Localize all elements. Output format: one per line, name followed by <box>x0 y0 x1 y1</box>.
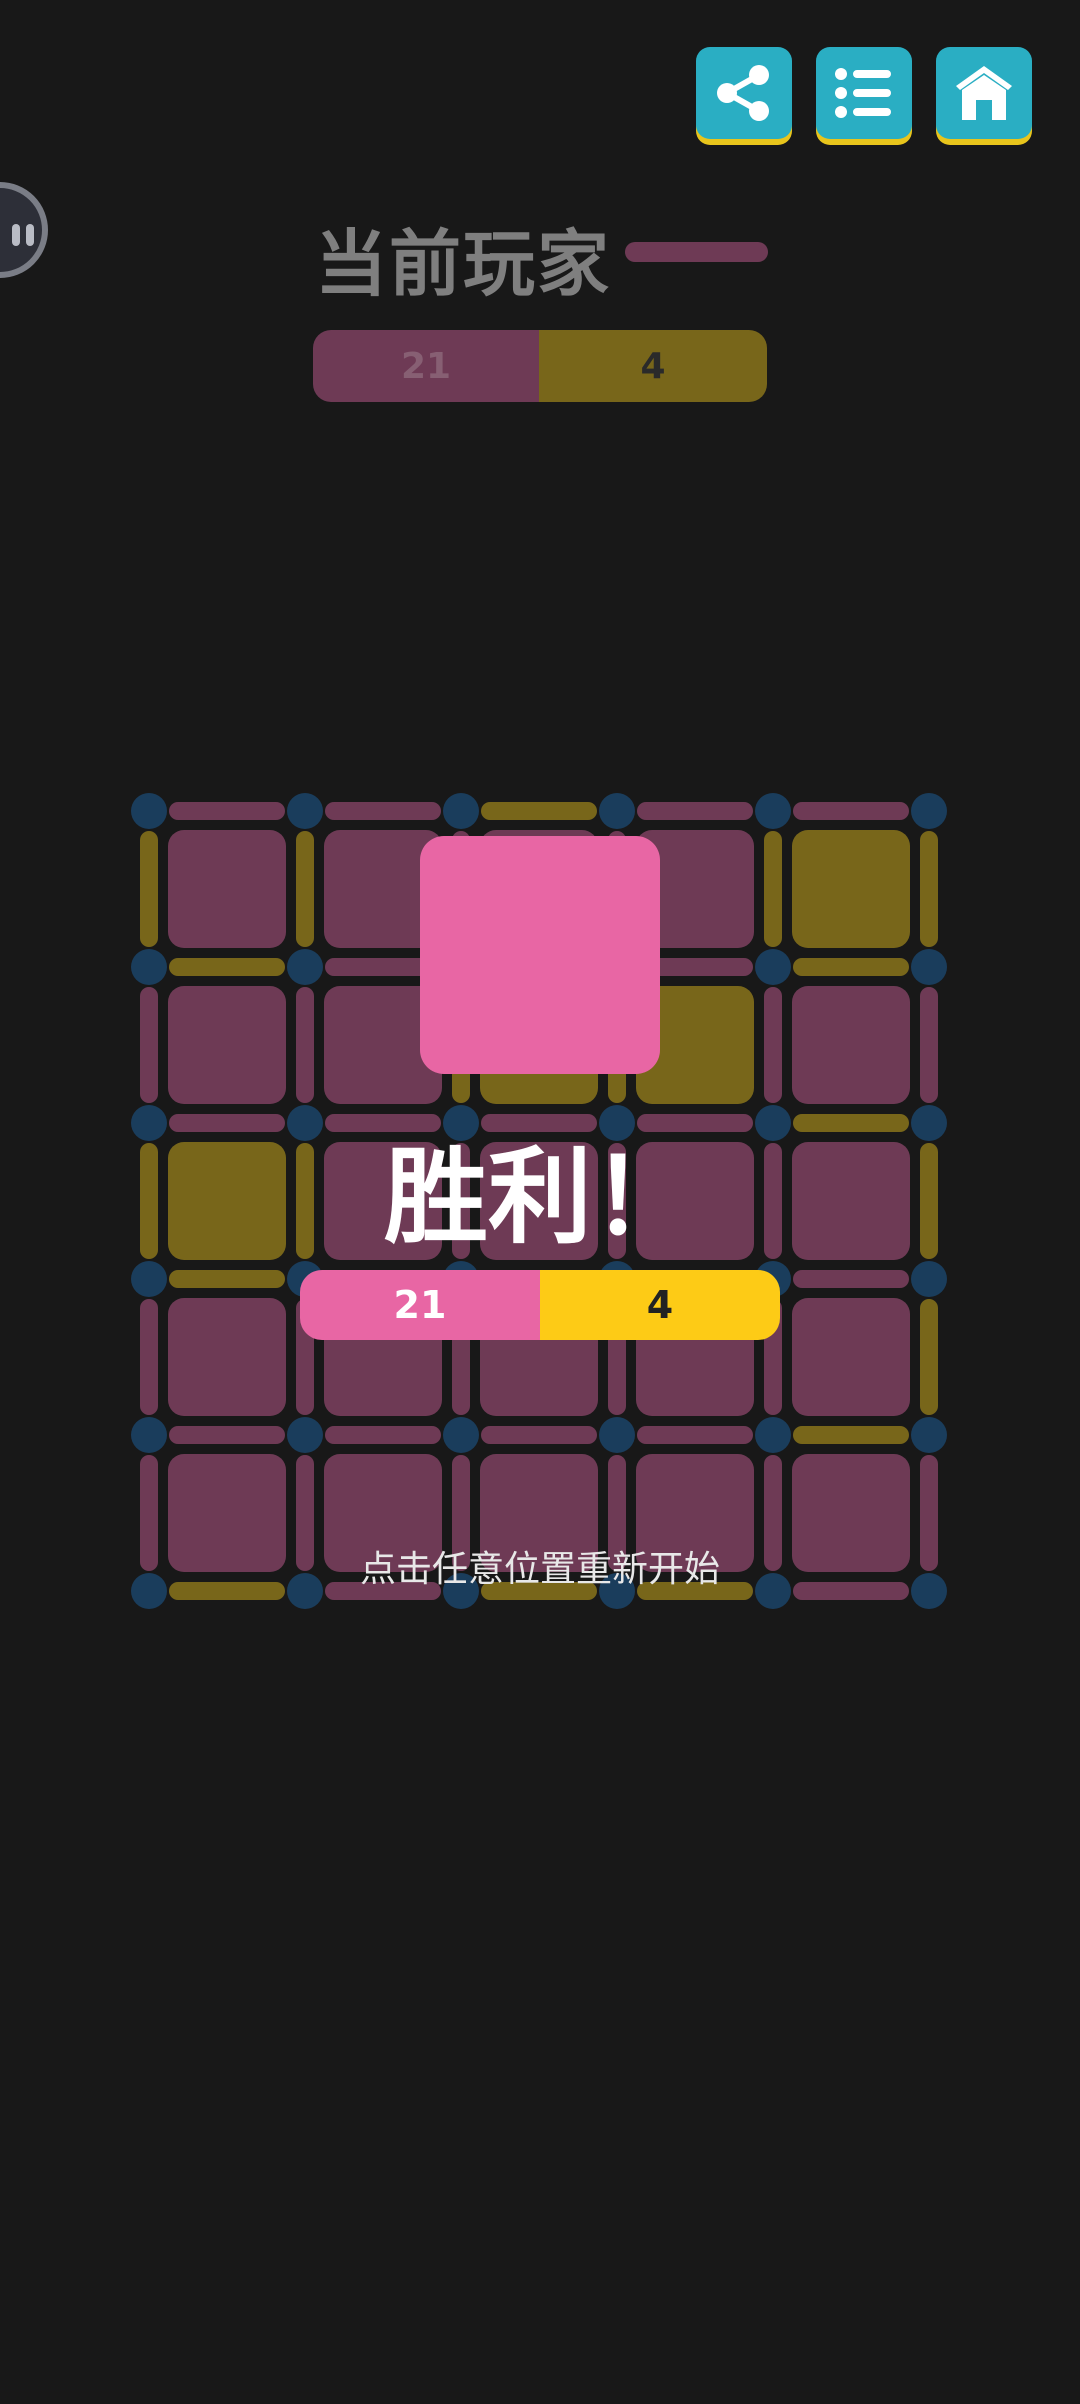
board-line-horizontal[interactable] <box>637 802 753 820</box>
board-cell[interactable] <box>792 830 910 948</box>
board-line-horizontal[interactable] <box>793 802 909 820</box>
board-dot <box>287 793 323 829</box>
board-dot <box>911 1417 947 1453</box>
board-line-vertical[interactable] <box>140 831 158 947</box>
board-line-horizontal[interactable] <box>793 958 909 976</box>
board-dot <box>131 793 167 829</box>
board-dot <box>131 1261 167 1297</box>
board-dot <box>755 1417 791 1453</box>
board-line-horizontal[interactable] <box>169 802 285 820</box>
board-line-horizontal[interactable] <box>481 1426 597 1444</box>
board-line-horizontal[interactable] <box>169 1426 285 1444</box>
board-line-horizontal[interactable] <box>169 1270 285 1288</box>
board-dot <box>287 949 323 985</box>
board-line-vertical[interactable] <box>140 1299 158 1415</box>
board-cell[interactable] <box>792 1298 910 1416</box>
board-cell[interactable] <box>792 986 910 1104</box>
board-dot <box>443 1417 479 1453</box>
board-dot <box>911 793 947 829</box>
final-score-bar: 21 4 <box>300 1270 780 1340</box>
board-dot <box>755 949 791 985</box>
board-dot <box>911 1261 947 1297</box>
board-dot <box>599 793 635 829</box>
final-player1-score: 21 <box>300 1270 540 1340</box>
victory-title: 胜利！ <box>383 1136 696 1258</box>
board-line-horizontal[interactable] <box>637 1426 753 1444</box>
board-line-horizontal[interactable] <box>793 1426 909 1444</box>
board-dot <box>131 1417 167 1453</box>
board-cell[interactable] <box>168 830 286 948</box>
board-dot <box>131 949 167 985</box>
board-line-vertical[interactable] <box>296 831 314 947</box>
board-line-vertical[interactable] <box>764 987 782 1103</box>
restart-hint[interactable]: 点击任意位置重新开始 <box>0 1540 1080 1592</box>
board-cell[interactable] <box>168 986 286 1104</box>
board-line-horizontal[interactable] <box>793 1270 909 1288</box>
board-dot <box>599 1417 635 1453</box>
board-cell[interactable] <box>168 1298 286 1416</box>
board-line-vertical[interactable] <box>296 987 314 1103</box>
board-dot <box>287 1417 323 1453</box>
board-dot <box>911 949 947 985</box>
board-line-vertical[interactable] <box>920 1299 938 1415</box>
board-line-vertical[interactable] <box>764 831 782 947</box>
board-line-vertical[interactable] <box>140 987 158 1103</box>
board-line-horizontal[interactable] <box>325 802 441 820</box>
final-player2-score: 4 <box>540 1270 780 1340</box>
winner-color-card <box>420 836 660 1074</box>
board-dot <box>443 793 479 829</box>
board-line-vertical[interactable] <box>920 831 938 947</box>
board-line-horizontal[interactable] <box>169 958 285 976</box>
board-line-vertical[interactable] <box>920 987 938 1103</box>
board-line-horizontal[interactable] <box>481 802 597 820</box>
board-dot <box>755 793 791 829</box>
board-line-horizontal[interactable] <box>325 1426 441 1444</box>
